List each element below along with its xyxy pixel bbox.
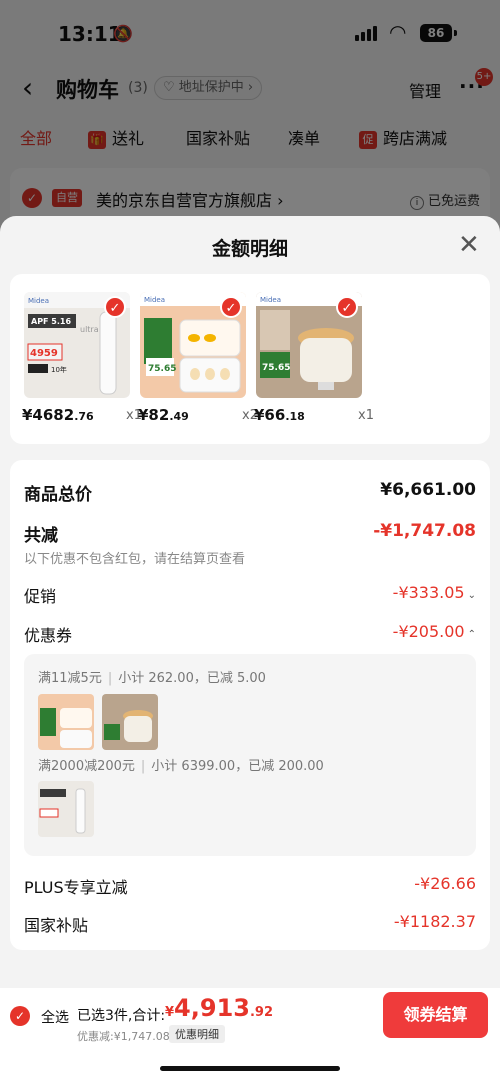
checkout-bar: ✓ 全选 已选3件,合计: ¥4,913.92 优惠减:¥1,747.08 优惠… bbox=[0, 988, 500, 1083]
product-item[interactable]: Midea 75.65 ✓ ¥82.49 x2 bbox=[138, 292, 258, 424]
product-check-icon[interactable]: ✓ bbox=[104, 296, 126, 318]
plus-discount-label: PLUS专享立减 bbox=[24, 878, 128, 897]
svg-text:Midea: Midea bbox=[144, 296, 165, 304]
electric-pot-image: Midea 75.65 ✓ bbox=[256, 292, 362, 398]
saved-amount: 优惠减:¥1,747.08 bbox=[77, 1030, 170, 1043]
product-qty: x1 bbox=[358, 408, 374, 423]
promotion-label: 促销 bbox=[24, 587, 57, 606]
coupon-detail-box: 满11减5元 | 小计 262.00，已减 5.00 满2000减200元 | 小计 6… bbox=[24, 654, 476, 856]
product-price: ¥4682.76 bbox=[22, 406, 94, 424]
svg-text:75.65: 75.65 bbox=[262, 363, 290, 373]
air-conditioner-image: Midea APF 5.16 4959 10年 ultra ✓ bbox=[24, 292, 130, 398]
product-item[interactable]: Midea 75.65 ✓ ¥66.18 x1 bbox=[254, 292, 374, 424]
goods-total-label: 商品总价 bbox=[24, 485, 92, 505]
product-check-icon[interactable]: ✓ bbox=[336, 296, 358, 318]
national-subsidy-label: 国家补贴 bbox=[24, 916, 89, 935]
total-amount: ¥4,913.92 bbox=[165, 994, 273, 1022]
svg-text:APF 5.16: APF 5.16 bbox=[31, 317, 71, 326]
svg-text:Midea: Midea bbox=[260, 296, 281, 304]
coupon-rule-line: 满2000减200元 | 小计 6399.00，已减 200.00 bbox=[38, 759, 324, 774]
reduce-note: 以下优惠不包含红包，请在结算页查看 bbox=[24, 552, 246, 567]
product-price: ¥66.18 bbox=[254, 406, 305, 424]
coupon-product-thumb bbox=[102, 694, 158, 750]
checkout-button[interactable]: 领券结算 bbox=[383, 992, 488, 1038]
select-all-label[interactable]: 全选 bbox=[41, 1007, 69, 1027]
plus-discount-value: -¥26.66 bbox=[414, 874, 476, 893]
total-reduce-value: -¥1,747.08 bbox=[373, 521, 476, 541]
discount-detail-chip[interactable]: 优惠明细 bbox=[169, 1025, 225, 1043]
egg-steamer-image: Midea 75.65 ✓ bbox=[140, 292, 246, 398]
product-price: ¥82.49 bbox=[138, 406, 189, 424]
product-check-icon[interactable]: ✓ bbox=[220, 296, 242, 318]
selected-summary: 已选3件,合计: bbox=[77, 1008, 166, 1024]
product-strip: Midea APF 5.16 4959 10年 ultra ✓ ¥4682.76… bbox=[10, 274, 490, 444]
svg-text:Midea: Midea bbox=[28, 297, 49, 305]
svg-text:ultra: ultra bbox=[80, 325, 99, 334]
coupon-product-thumb bbox=[38, 694, 94, 750]
svg-text:4959: 4959 bbox=[30, 348, 58, 359]
total-reduce-label: 共减 bbox=[24, 526, 58, 546]
svg-text:10年: 10年 bbox=[51, 365, 67, 374]
select-all-check-icon[interactable]: ✓ bbox=[10, 1006, 30, 1026]
close-icon[interactable]: ✕ bbox=[458, 230, 480, 260]
home-indicator bbox=[160, 1066, 340, 1071]
coupon-value: -¥205.00 ⌃ bbox=[392, 622, 476, 641]
chevron-down-icon: ⌄ bbox=[467, 590, 476, 601]
national-subsidy-value: -¥1182.37 bbox=[393, 912, 476, 931]
product-item[interactable]: Midea APF 5.16 4959 10年 ultra ✓ ¥4682.76… bbox=[22, 292, 142, 424]
coupon-label: 优惠券 bbox=[24, 626, 73, 645]
svg-text:75.65: 75.65 bbox=[148, 364, 176, 374]
chevron-up-icon: ⌃ bbox=[467, 629, 476, 640]
coupon-product-thumb bbox=[38, 781, 94, 837]
amount-detail-sheet: 金额明细 ✕ Midea APF 5.16 4959 10年 ultra ✓ ¥… bbox=[0, 216, 500, 1083]
promotion-value: -¥333.05 ⌄ bbox=[392, 583, 476, 602]
goods-total-value: ¥6,661.00 bbox=[380, 480, 476, 500]
amount-breakdown: 商品总价 ¥6,661.00 共减 -¥1,747.08 以下优惠不包含红包，请… bbox=[10, 460, 490, 950]
sheet-title: 金额明细 bbox=[211, 238, 288, 260]
coupon-rule-line: 满11减5元 | 小计 262.00，已减 5.00 bbox=[38, 671, 266, 686]
